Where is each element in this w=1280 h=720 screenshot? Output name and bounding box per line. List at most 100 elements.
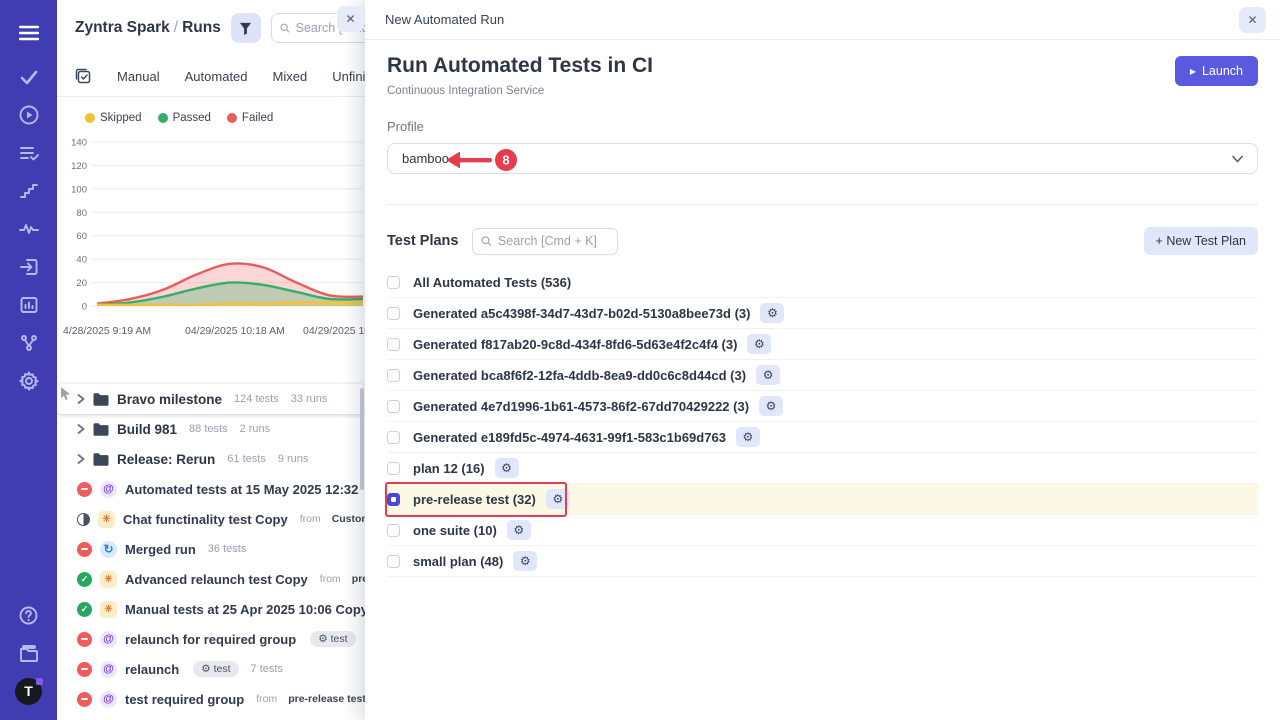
status-blocked-icon	[77, 662, 92, 677]
scrollbar-thumb[interactable]	[360, 388, 364, 490]
plan-checkbox[interactable]	[387, 462, 400, 475]
test-plan-row[interactable]: small plan (48) ⚙	[387, 546, 1258, 577]
tab-mixed[interactable]: Mixed	[273, 69, 308, 84]
plan-settings-button[interactable]: ⚙	[747, 334, 771, 354]
hamburger-menu-icon[interactable]	[14, 18, 44, 48]
run-name: Automated tests at 15 May 2025 12:32	[125, 482, 358, 497]
play-circle-icon[interactable]	[14, 100, 44, 130]
plan-settings-button[interactable]: ⚙	[736, 427, 760, 447]
branch-icon[interactable]	[14, 328, 44, 358]
plan-settings-button[interactable]: ⚙	[760, 303, 784, 323]
plan-settings-button[interactable]: ⚙	[513, 551, 537, 571]
plan-checkbox[interactable]	[387, 400, 400, 413]
status-blocked-icon	[77, 542, 92, 557]
activity-pulse-icon[interactable]	[14, 214, 44, 244]
chevron-down-icon	[1232, 155, 1243, 163]
plan-settings-button[interactable]: ⚙	[759, 396, 783, 416]
checkmark-icon[interactable]	[14, 62, 44, 92]
filter-button[interactable]	[231, 13, 261, 43]
plan-label: plan 12 (16)	[413, 461, 485, 476]
breadcrumb-project[interactable]: Zyntra Spark	[75, 19, 170, 36]
plan-checkbox[interactable]	[387, 338, 400, 351]
run-row[interactable]: @relaunch for required group⚙test2 tests	[57, 624, 365, 654]
runs-panel: Zyntra Spark/Runs ManualAutomatedMixedUn…	[57, 0, 365, 720]
launch-button[interactable]: ▶ Launch	[1175, 56, 1258, 86]
plan-checkbox[interactable]	[387, 524, 400, 537]
run-meta: 2 runs	[240, 423, 271, 435]
gear-icon: ⚙	[318, 633, 327, 645]
tab-automated[interactable]: Automated	[185, 69, 248, 84]
svg-text:80: 80	[76, 208, 87, 219]
folder-icon	[93, 393, 109, 406]
test-plan-row[interactable]: Generated 4e7d1996-1b61-4573-86f2-67dd70…	[387, 391, 1258, 422]
run-row[interactable]: @relaunch⚙test7 tests	[57, 654, 365, 684]
plan-settings-button[interactable]: ⚙	[495, 458, 519, 478]
legend-item-failed: Failed	[227, 112, 273, 124]
drawer-close-button-left[interactable]: ✕	[337, 6, 364, 32]
plan-settings-button[interactable]: ⚙	[756, 365, 780, 385]
library-icon[interactable]	[14, 638, 44, 668]
plan-label: small plan (48)	[413, 554, 503, 569]
search-icon	[280, 22, 290, 34]
plan-checkbox[interactable]	[387, 369, 400, 382]
test-plan-row[interactable]: Generated f817ab20-9c8d-434f-8fd6-5d63e4…	[387, 329, 1258, 360]
run-row[interactable]: @Automated tests at 15 May 2025 12:32fro…	[57, 474, 365, 504]
gear-icon: ⚙	[767, 307, 778, 319]
plan-checkbox[interactable]	[387, 493, 400, 506]
import-box-icon[interactable]	[14, 252, 44, 282]
chevron-right-icon[interactable]	[77, 424, 85, 434]
test-plan-row[interactable]: Generated bca8f6f2-12fa-4ddb-8ea9-dd0c6c…	[387, 360, 1258, 391]
folder-row[interactable]: Bravo milestone124 tests33 runs	[57, 384, 365, 414]
run-row[interactable]: ✓✳Manual tests at 25 Apr 2025 10:06 Copy…	[57, 594, 365, 624]
test-plan-row[interactable]: plan 12 (16) ⚙	[387, 453, 1258, 484]
run-row[interactable]: ✓✳Advanced relaunch test Copyfrompre-rel…	[57, 564, 365, 594]
tab-unfinished[interactable]: Unfinished	[332, 69, 365, 84]
plan-checkbox[interactable]	[387, 555, 400, 568]
app-logo[interactable]: T	[14, 676, 44, 706]
new-test-plan-button[interactable]: + New Test Plan	[1144, 227, 1258, 255]
test-plan-row[interactable]: Generated a5c4398f-34d7-43d7-b02d-5130a8…	[387, 298, 1258, 329]
legend-dot-icon	[158, 113, 168, 123]
run-row[interactable]: ✳Chat functinality test CopyfromCustom S…	[57, 504, 365, 534]
from-label: from	[256, 693, 277, 705]
from-target[interactable]: pre-release test	[288, 693, 365, 705]
breadcrumb-page[interactable]: Runs	[182, 19, 221, 36]
steps-icon[interactable]	[14, 176, 44, 206]
section-divider	[387, 204, 1258, 205]
gear-icon: ⚙	[520, 555, 531, 567]
plan-settings-button[interactable]: ⚙	[546, 489, 570, 509]
page-title: Run Automated Tests in CI	[387, 54, 1258, 78]
svg-text:20: 20	[76, 278, 87, 289]
list-check-icon[interactable]	[14, 138, 44, 168]
plan-label: All Automated Tests (536)	[413, 275, 571, 290]
gear-icon[interactable]	[14, 366, 44, 396]
test-plan-row[interactable]: one suite (10)⚙	[387, 515, 1258, 546]
test-plan-row[interactable]: Generated e189fd5c-4974-4631-99f1-583c1b…	[387, 422, 1258, 453]
run-row[interactable]: ↻Merged run36 tests	[57, 534, 365, 564]
close-icon: ✕	[345, 12, 355, 26]
chevron-right-icon[interactable]	[77, 454, 85, 464]
gear-icon: ⚙	[201, 663, 210, 675]
help-icon[interactable]	[14, 600, 44, 630]
gear-icon: ⚙	[552, 493, 563, 505]
test-plans-search-input[interactable]	[498, 234, 610, 248]
folder-row[interactable]: Build 98188 tests2 runs	[57, 414, 365, 444]
select-runs-icon[interactable]	[75, 68, 92, 85]
profile-select[interactable]: bamboo 8	[387, 143, 1258, 174]
run-row[interactable]: @test required groupfrompre-release test…	[57, 684, 365, 714]
plan-checkbox[interactable]	[387, 431, 400, 444]
test-plan-row[interactable]: All Automated Tests (536)	[387, 267, 1258, 298]
folder-row[interactable]: Release: Rerun61 tests9 runs	[57, 444, 365, 474]
run-type-automated-icon: @	[100, 691, 117, 708]
test-plan-row[interactable]: pre-release test (32)⚙	[387, 484, 1258, 515]
tab-manual[interactable]: Manual	[117, 69, 160, 84]
plan-settings-button[interactable]: ⚙	[507, 520, 531, 540]
plan-checkbox[interactable]	[387, 276, 400, 289]
svg-text:120: 120	[71, 161, 87, 172]
chevron-right-icon[interactable]	[77, 394, 85, 404]
from-target[interactable]: Custom Selection	[332, 513, 365, 525]
report-chart-icon[interactable]	[14, 290, 44, 320]
from-target[interactable]: pre-release test	[352, 573, 365, 585]
plan-checkbox[interactable]	[387, 307, 400, 320]
drawer-close-button[interactable]: ✕	[1239, 7, 1266, 33]
